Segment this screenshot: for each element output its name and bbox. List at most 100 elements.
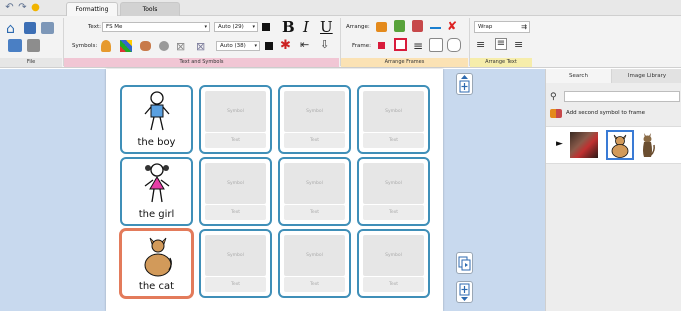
symbol-left-icon[interactable]: ⇤ — [300, 38, 309, 51]
bold-button[interactable]: B — [282, 18, 295, 36]
arrange-text-only-icon[interactable] — [430, 23, 441, 29]
symbol-grey-icon[interactable] — [159, 41, 169, 51]
tab-tools[interactable]: Tools — [120, 2, 180, 16]
frame-color-swatch[interactable] — [378, 42, 385, 49]
symbol-person-icon[interactable] — [101, 40, 111, 52]
text-placeholder: Text — [363, 205, 424, 220]
chevron-down-icon: ▾ — [252, 24, 255, 30]
add-frame-below-icon — [459, 283, 470, 301]
grid-cell-empty[interactable]: Symbol Text — [199, 85, 272, 154]
text-placeholder: Text — [284, 277, 345, 292]
tab-formatting[interactable]: Formatting — [66, 2, 118, 16]
text-label: Text: — [88, 24, 101, 30]
home-icon[interactable]: ⌂ — [6, 22, 20, 36]
arrange-label: Arrange: — [346, 24, 370, 30]
chevron-down-icon: ▾ — [204, 24, 207, 30]
new-document-icon[interactable] — [8, 39, 22, 52]
save-as-icon[interactable] — [41, 22, 54, 34]
cat-photo-result[interactable] — [570, 132, 598, 158]
symbol-placeholder: Symbol — [363, 91, 424, 132]
symbol-flip-vertical-icon[interactable]: ⊠ — [196, 40, 205, 53]
remove-symbol-icon[interactable]: ✱ — [280, 38, 291, 53]
cat-drawing-icon — [643, 133, 655, 157]
add-frame-icon — [459, 75, 470, 93]
grid-cell-empty[interactable]: Symbol Text — [199, 229, 272, 298]
symbol-size-select[interactable]: Auto (38) ▾ — [216, 41, 260, 51]
frame-line-weight-icon[interactable]: ≡ — [413, 39, 423, 53]
undo-icon[interactable]: ↶ — [4, 2, 15, 13]
symbol-placeholder: Symbol — [284, 163, 345, 204]
symbol-top-icon[interactable]: ⇩ — [320, 38, 329, 51]
italic-button[interactable]: I — [303, 18, 309, 36]
copy-frame-icon — [458, 256, 471, 271]
cat-symbol-result-selected[interactable] — [606, 130, 634, 160]
quick-access-icon[interactable]: ● — [30, 2, 41, 13]
arrange-symbol-top-icon[interactable] — [394, 20, 405, 32]
search-icon: ⚲ — [550, 92, 557, 102]
grid-cell-empty[interactable]: Symbol Text — [278, 157, 351, 226]
symbol-placeholder: Symbol — [205, 163, 266, 204]
grid-cell-empty[interactable]: Symbol Text — [199, 157, 272, 226]
text-placeholder: Text — [284, 133, 345, 148]
cat-drawing-result[interactable] — [640, 131, 656, 159]
play-arrow-icon[interactable]: ► — [556, 139, 563, 149]
underline-button[interactable]: U — [320, 18, 333, 36]
align-left-icon[interactable]: ≡ — [476, 38, 485, 51]
symbol-panel: Search Image Library ⚲ Add second symbol… — [545, 69, 681, 311]
cell-label: the boy — [137, 137, 176, 148]
align-right-icon[interactable]: ≡ — [514, 38, 523, 51]
grid-cell-empty[interactable]: Symbol Text — [278, 229, 351, 298]
add-second-symbol-icon[interactable] — [550, 109, 562, 118]
font-size-select[interactable]: Auto (29) ▾ — [214, 22, 258, 32]
text-placeholder: Text — [284, 205, 345, 220]
symbol-placeholder: Symbol — [284, 91, 345, 132]
font-select[interactable]: FS Me ▾ — [102, 22, 210, 32]
cell-label: the girl — [138, 209, 175, 220]
arrange-clear-icon[interactable]: ✘ — [447, 19, 457, 33]
arrange-symbol-bottom-icon[interactable] — [412, 20, 423, 32]
add-second-symbol-link[interactable]: Add second symbol to frame — [566, 109, 645, 118]
ribbon-tabbar: ↶ ↷ ● Formatting Tools — [0, 0, 681, 16]
grid-cell-empty[interactable]: Symbol Text — [357, 229, 430, 298]
redo-icon[interactable]: ↷ — [17, 2, 28, 13]
text-placeholder: Text — [205, 277, 266, 292]
frame-corner-round-icon[interactable] — [447, 38, 461, 52]
grid-cell-boy[interactable]: the boy — [120, 85, 193, 154]
symbol-placeholder: Symbol — [205, 235, 266, 276]
symbol-shape-icon[interactable] — [140, 41, 151, 51]
cat-symbol-icon — [611, 134, 629, 158]
align-center-icon[interactable]: ≡ — [495, 38, 507, 50]
print-icon[interactable] — [27, 39, 40, 52]
girl-symbol-icon — [144, 163, 170, 203]
section-arrange-text: Arrange Text — [470, 58, 532, 67]
save-icon[interactable] — [24, 22, 36, 34]
grid-cell-empty[interactable]: Symbol Text — [278, 85, 351, 154]
symbols-label: Symbols: — [72, 43, 98, 49]
wrap-value: Wrap — [478, 24, 493, 30]
copy-frame-button[interactable] — [456, 252, 473, 274]
add-row-above-button[interactable] — [456, 73, 473, 95]
frame-corner-square-icon[interactable] — [429, 38, 443, 52]
tab-image-library[interactable]: Image Library — [612, 69, 681, 83]
grid-cell-empty[interactable]: Symbol Text — [357, 85, 430, 154]
cat-symbol-icon — [144, 237, 172, 277]
grid-cell-cat-selected[interactable]: the cat — [120, 229, 193, 298]
symbol-flip-icon[interactable]: ⊠ — [176, 40, 185, 53]
frame-border-icon[interactable] — [394, 38, 407, 51]
text-placeholder: Text — [205, 133, 266, 148]
frame-label: Frame: — [352, 43, 371, 49]
wrap-select[interactable]: Wrap ⇉ — [474, 21, 530, 33]
section-text-symbols: Text and Symbols — [64, 58, 339, 67]
symbol-size-value: Auto (38) — [220, 43, 246, 49]
add-row-below-button[interactable] — [456, 281, 473, 303]
search-input[interactable] — [564, 91, 680, 102]
symbol-color-icon[interactable] — [120, 40, 132, 52]
text-color-swatch[interactable] — [262, 23, 270, 31]
symbol-color-swatch[interactable] — [265, 42, 273, 50]
font-value: FS Me — [106, 24, 123, 30]
section-arrange-frames: Arrange Frames — [341, 58, 468, 67]
grid-cell-girl[interactable]: the girl — [120, 157, 193, 226]
arrange-symbol-left-icon[interactable] — [376, 22, 387, 32]
grid-cell-empty[interactable]: Symbol Text — [357, 157, 430, 226]
tab-search[interactable]: Search — [546, 69, 612, 83]
